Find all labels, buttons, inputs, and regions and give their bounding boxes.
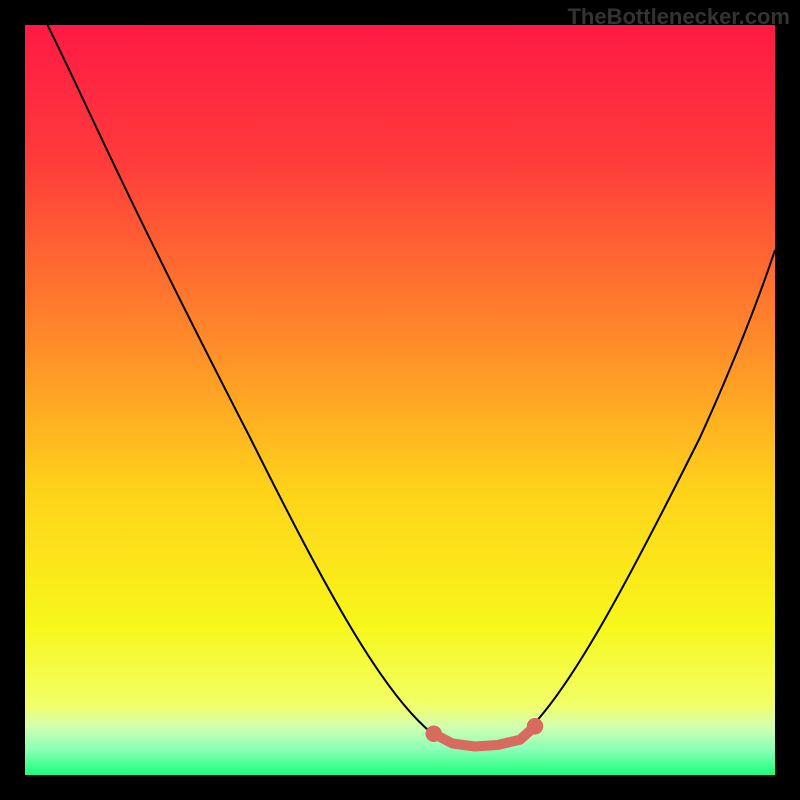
highlight-end-dot [527, 718, 544, 735]
watermark-text: TheBottlenecker.com [567, 4, 790, 30]
chart-plot [25, 25, 775, 775]
plot-background [25, 25, 775, 775]
chart-container: TheBottlenecker.com [0, 0, 800, 800]
highlight-start-dot [426, 726, 443, 743]
